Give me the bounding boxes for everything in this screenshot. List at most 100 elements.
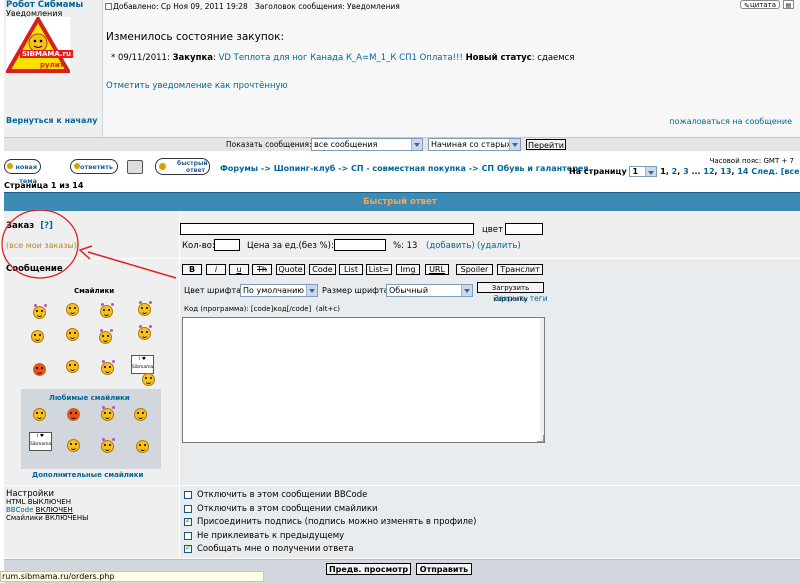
upload-image-button[interactable]: Загрузить картинку [477,282,544,303]
smiley-icon[interactable] [136,440,149,453]
color-input[interactable] [505,223,543,235]
price-label: Цена за ед.(без %): [247,241,334,251]
qty-input[interactable] [214,239,240,251]
spoiler-button[interactable]: Spoiler [456,264,493,275]
show-messages-label: Показать сообщения: [226,140,312,149]
page-select[interactable]: 1 [629,166,658,177]
page-link[interactable]: 14 [737,167,748,176]
percent-label: %: 13 [393,241,418,251]
bold-button[interactable]: B [182,264,202,275]
font-size-select[interactable]: Обычный [386,284,473,297]
mark-read-link[interactable]: Отметить уведомление как прочтённую [106,81,288,91]
remove-link[interactable]: (удалить) [477,241,521,251]
quick-reply-title: Быстрый ответ [363,197,437,207]
underline-button[interactable]: u [229,264,249,275]
all-pages-link[interactable]: [все] [781,167,800,176]
quote-tag-button[interactable]: Quote [276,264,305,275]
send-button[interactable]: Отправить [416,563,472,575]
message-textarea[interactable] [182,317,545,443]
add-link[interactable]: (добавить) [426,241,475,251]
post-status-label: Новый статус [465,53,532,63]
attach-signature-checkbox[interactable] [184,516,192,526]
reply-button[interactable]: ответить [70,159,118,174]
list-tag-button[interactable]: List [339,264,363,275]
go-button[interactable]: Перейти [526,139,566,150]
font-color-value: По умолчанию [243,286,305,295]
smiley-icon[interactable] [101,406,115,421]
disable-smilies-checkbox[interactable] [184,505,192,513]
strike-button[interactable]: Th [252,264,272,275]
disable-bbcode-checkbox[interactable] [184,491,192,499]
chevron-down-icon [411,139,422,150]
preview-button[interactable]: Предв. просмотр [326,563,411,575]
attach-signature-label: Присоединить подпись (подпись можно изме… [197,517,477,527]
smiley-icon[interactable] [66,303,79,316]
next-page-link[interactable]: След. [751,167,778,176]
disable-smilies-label: Отключить в этом сообщении смайлики [197,504,378,514]
smiley-icon[interactable] [67,439,80,452]
resize-handle-icon[interactable] [537,435,544,442]
smiley-icon[interactable] [101,438,115,453]
code-tag-button[interactable]: Code [309,264,336,275]
new-topic-icon [7,163,13,169]
post-icon [105,3,112,10]
quote-button[interactable]: ✎ цитата [740,0,780,10]
heart-sign-icon[interactable]: I ♥ Sibmama [29,432,52,451]
quick-reply-icon [159,163,166,170]
smiley-icon[interactable] [100,303,114,318]
smiley-icon[interactable] [101,360,115,375]
price-input[interactable] [334,239,386,251]
smiley-icon[interactable] [138,301,152,316]
more-smilies-link[interactable]: Дополнительные смайлики [32,471,143,479]
page-select-value: 1 [632,167,639,176]
message-order-select[interactable]: Начиная со старых [428,138,521,151]
heart-sign-icon[interactable]: I ♥ Sibmama [131,355,154,374]
page-link[interactable]: 3 [683,167,689,176]
smiley-icon[interactable] [66,360,79,373]
quick-reply-button[interactable]: быстрый ответ [155,158,210,175]
url-tag-button[interactable]: URL [425,264,449,275]
heart-sign-text: I ♥ Sibmama [30,434,52,447]
back-to-top-link[interactable]: Вернуться к началу [6,116,97,125]
page-link[interactable]: 13 [720,167,731,176]
smiley-icon[interactable] [33,304,47,319]
quote-icon: ✎ [744,2,750,10]
translit-button[interactable]: Транслит [497,264,543,275]
bbcode-state: BBCode ВКЛЮЧЕН [6,506,73,514]
timezone: Часовой пояс: GMT + 7 [709,157,794,165]
notify-reply-checkbox[interactable] [184,543,192,553]
smiley-icon[interactable] [31,330,44,343]
list-ordered-button[interactable]: List= [366,264,392,275]
font-color-select[interactable]: По умолчанию [240,284,318,297]
smiley-icon[interactable] [33,363,46,376]
smiley-icon[interactable] [33,408,46,421]
post-title: Изменилось состояние закупок: [106,31,284,43]
order-input[interactable] [180,223,474,235]
no-merge-checkbox[interactable] [184,532,192,540]
smiley-icon[interactable] [66,328,79,341]
breadcrumb[interactable]: Форумы -> Шопинг-клуб -> СП - совместная… [220,164,589,173]
smiley-icon[interactable] [99,329,113,344]
post-item-label: Закупка [172,53,213,63]
font-color-label: Цвет шрифта: [184,286,244,295]
bbcode-link[interactable]: BBCode [6,506,33,514]
edit-button[interactable]: ▤ [783,0,794,9]
close-tags-link[interactable]: Закрыть теги [494,294,548,303]
complain-link[interactable]: пожаловаться на сообщение [669,117,792,126]
italic-button[interactable]: i [206,264,226,275]
pagination: На страницу 1 1, 2, 3 ... 12, 13, 14 Сле… [569,166,800,177]
textarea-scrollbar[interactable] [540,318,544,442]
printer-icon[interactable] [127,160,143,174]
purchase-link[interactable]: VD Теплота для ног Канада К_А=М_1_К СП1 … [219,53,463,63]
new-topic-button[interactable]: новая тема [4,159,41,185]
img-tag-button[interactable]: Img [396,264,420,275]
smiley-icon[interactable] [67,408,80,421]
page-link[interactable]: 2 [672,167,678,176]
smilies-state: Смайлики ВКЛЮЧЕНЫ [6,514,89,522]
post-status: сдаемся [537,53,575,63]
smiley-icon[interactable] [138,325,152,340]
page-link[interactable]: 12 [703,167,714,176]
message-filter-select[interactable]: все сообщения [311,138,423,151]
no-merge-label: Не приклеивать к предыдущему [197,531,345,541]
smiley-icon[interactable] [134,408,147,421]
